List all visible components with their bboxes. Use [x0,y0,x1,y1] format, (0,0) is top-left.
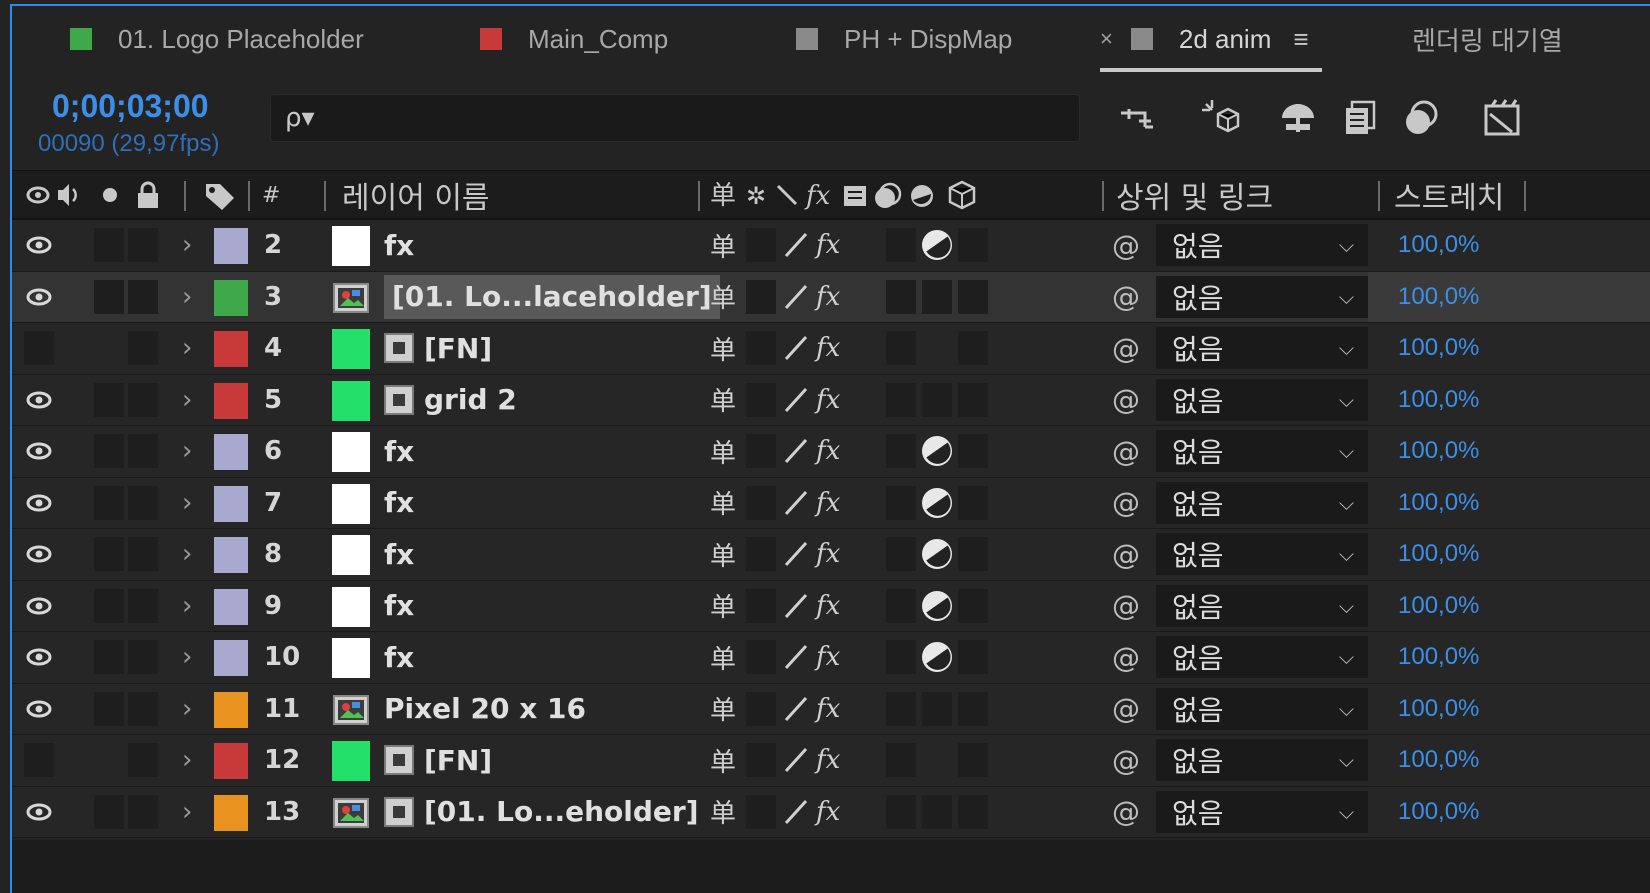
panel-focus-border [10,4,1650,893]
after-effects-timeline-panel: 01. Logo Placeholder Main_Comp PH + Disp… [0,0,1650,893]
